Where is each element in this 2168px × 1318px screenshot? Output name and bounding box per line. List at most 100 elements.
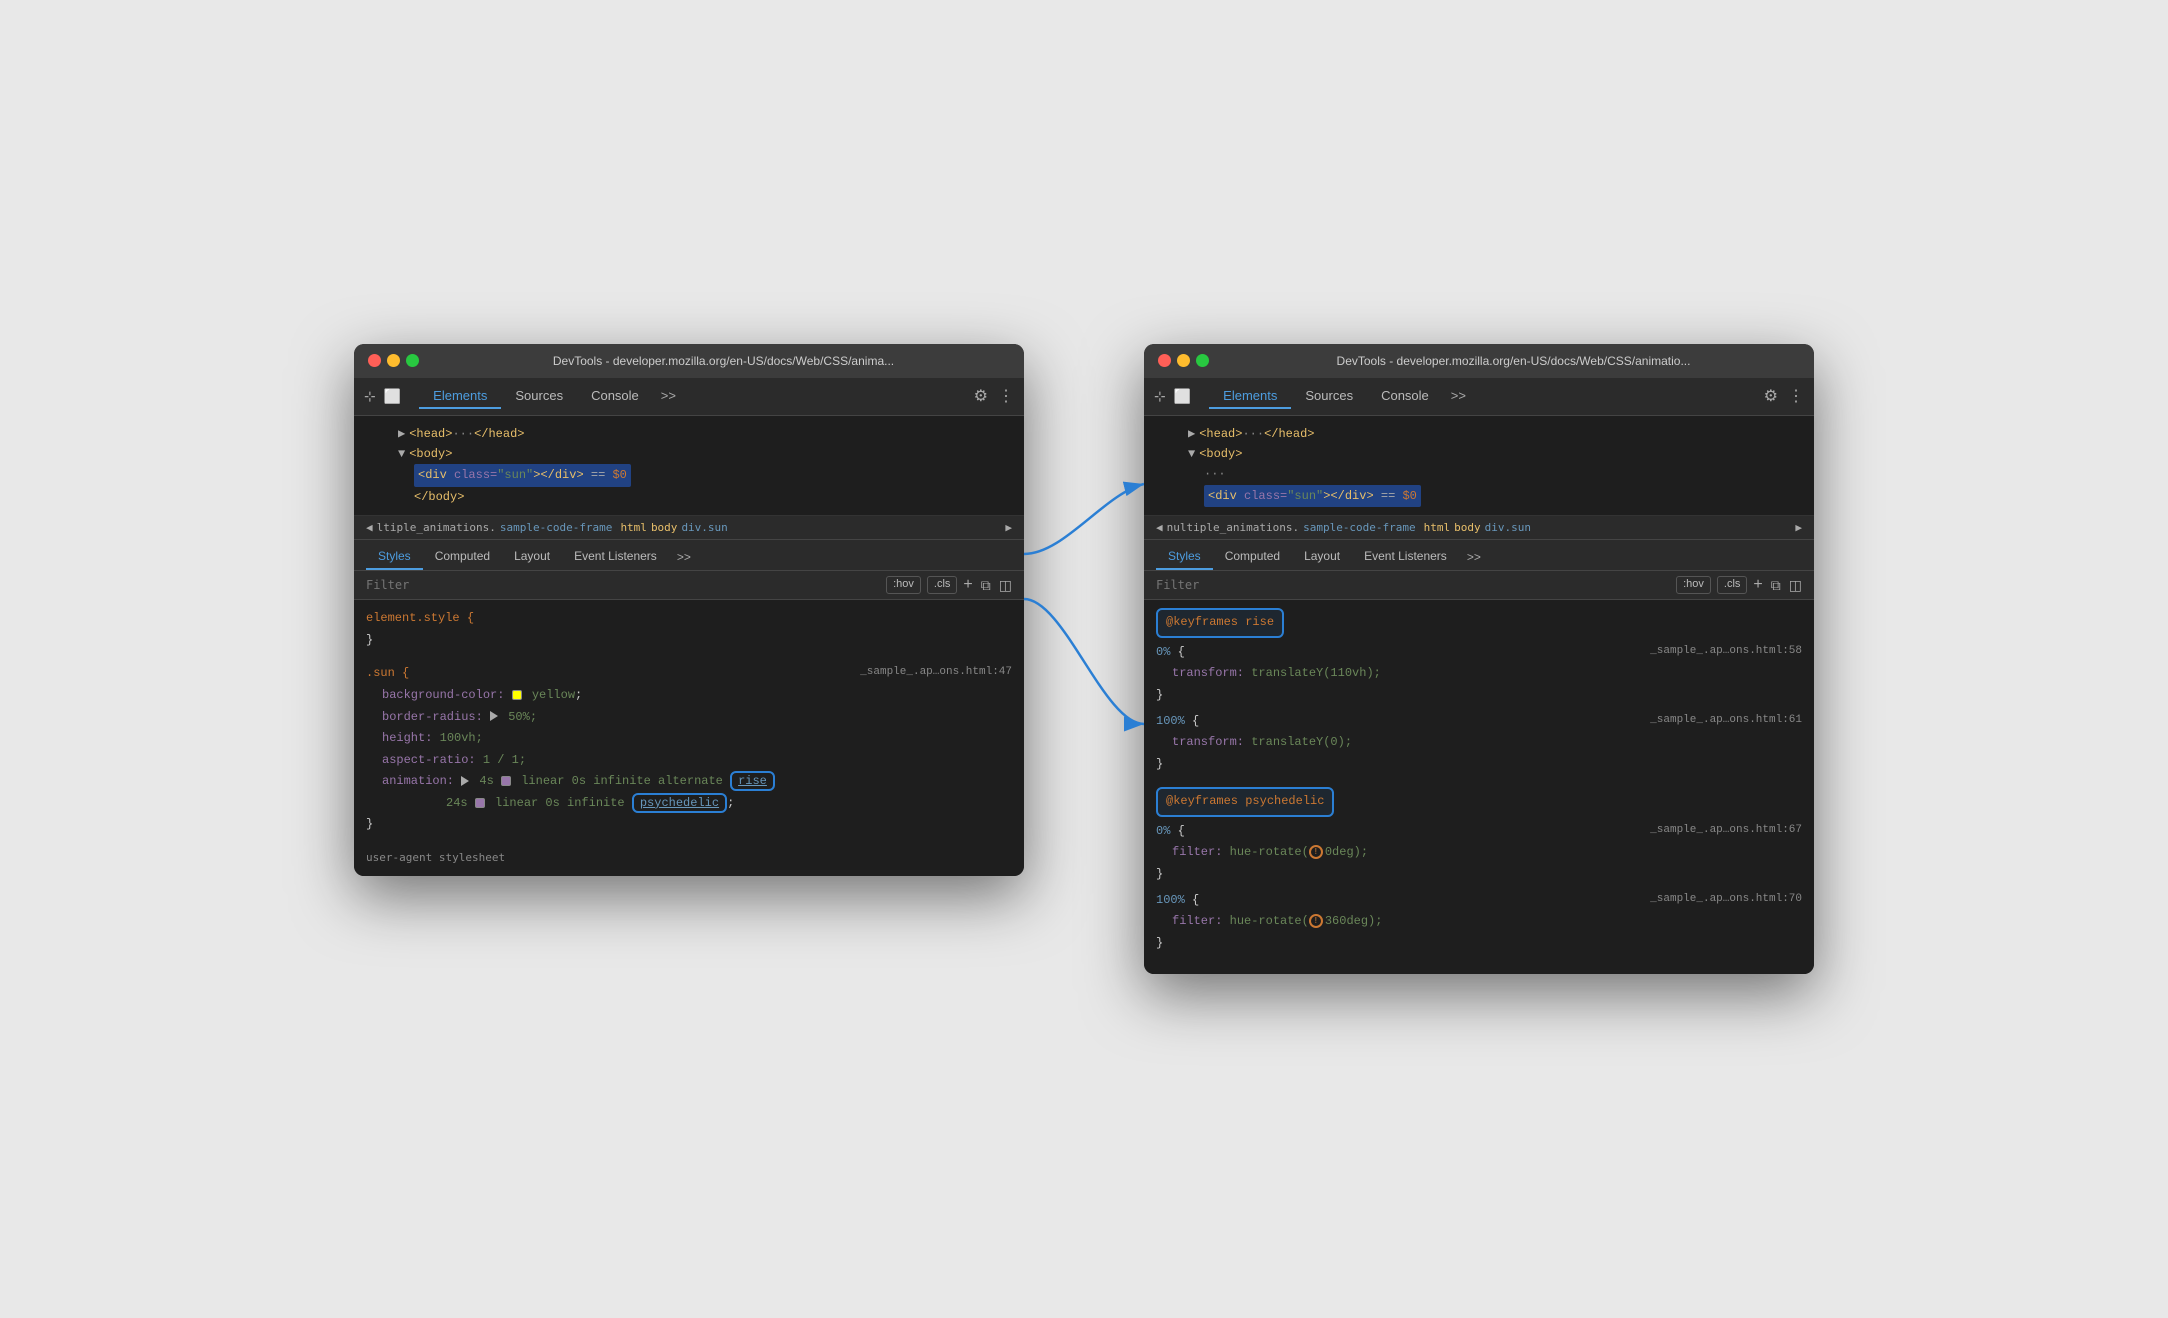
dom-line-head: ▶ <head> ··· </head> — [366, 424, 1012, 444]
left-maximize-button[interactable] — [406, 354, 419, 367]
color-swatch-yellow[interactable] — [512, 690, 522, 700]
breadcrumb-forward-icon[interactable]: ▶ — [1005, 521, 1012, 534]
left-filter-input[interactable] — [366, 578, 878, 592]
css-prop-aspect-ratio: aspect-ratio: 1 / 1; — [366, 750, 1012, 772]
right-device-icon[interactable]: ⬜ — [1174, 388, 1191, 405]
css-selector-element: element.style { — [366, 611, 474, 625]
anim-triangle-icon — [461, 776, 469, 786]
tab-sources-left[interactable]: Sources — [501, 384, 577, 409]
anim-swatch-1[interactable] — [501, 776, 511, 786]
tab-console-right[interactable]: Console — [1367, 384, 1443, 409]
psychedelic-annotation: psychedelic — [632, 793, 727, 813]
sub-tab-events-right[interactable]: Event Listeners — [1352, 544, 1459, 570]
css-rule-sun: .sun { _sample_.ap…ons.html:47 backgroun… — [366, 663, 1012, 836]
main-container: DevTools - developer.mozilla.org/en-US/d… — [354, 344, 1814, 975]
left-cls-badge[interactable]: .cls — [927, 576, 958, 594]
left-toolbar: ⊹ ⬜ Elements Sources Console >> ⚙ ⋮ — [354, 378, 1024, 416]
right-add-icon[interactable]: + — [1753, 576, 1762, 594]
right-breadcrumb-html[interactable]: html — [1424, 521, 1451, 534]
left-filter-badges: :hov .cls + — [886, 576, 973, 594]
right-breadcrumb-forward[interactable]: ▶ — [1795, 521, 1802, 534]
rise-annotation: rise — [730, 771, 775, 791]
sub-tab-more-right[interactable]: >> — [1459, 545, 1489, 569]
toggle-sidebar-icon[interactable]: ◫ — [999, 577, 1012, 594]
css-prop-bg: background-color: yellow; — [366, 685, 1012, 707]
breadcrumb-filename: ltiple_animations. — [377, 521, 496, 534]
right-breadcrumb-frame[interactable]: sample-code-frame — [1303, 521, 1416, 534]
left-toolbar-right: ⚙ ⋮ — [974, 386, 1014, 406]
left-window-title: DevTools - developer.mozilla.org/en-US/d… — [437, 354, 1010, 368]
rise-0pct-block: 0% { _sample_.ap…ons.html:58 — [1156, 642, 1802, 664]
left-minimize-button[interactable] — [387, 354, 400, 367]
right-more-icon[interactable]: ⋮ — [1788, 386, 1804, 406]
right-inspect-icon[interactable]: ⊹ — [1154, 388, 1166, 405]
tab-elements-left[interactable]: Elements — [419, 384, 501, 409]
settings-icon[interactable]: ⚙ — [974, 386, 988, 406]
breadcrumb-body[interactable]: body — [651, 521, 678, 534]
right-hov-badge[interactable]: :hov — [1676, 576, 1711, 594]
right-breadcrumb-filename: nultiple_animations. — [1167, 521, 1299, 534]
css-source-sun: _sample_.ap…ons.html:47 — [860, 663, 1012, 683]
breadcrumb-divsun[interactable]: div.sun — [681, 521, 727, 534]
right-close-button[interactable] — [1158, 354, 1171, 367]
right-filter-input[interactable] — [1156, 578, 1668, 592]
sub-tab-layout-left[interactable]: Layout — [502, 544, 562, 570]
right-toolbar-right: ⚙ ⋮ — [1764, 386, 1804, 406]
keyframes-psychedelic-header: @keyframes psychedelic — [1156, 787, 1334, 817]
sub-tab-layout-right[interactable]: Layout — [1292, 544, 1352, 570]
right-settings-icon[interactable]: ⚙ — [1764, 386, 1778, 406]
sub-tab-styles-left[interactable]: Styles — [366, 544, 423, 570]
right-minimize-button[interactable] — [1177, 354, 1190, 367]
tab-elements-right[interactable]: Elements — [1209, 384, 1291, 409]
psychedelic-arrow — [1024, 599, 1144, 724]
sub-tab-computed-right[interactable]: Computed — [1213, 544, 1292, 570]
right-title-bar: DevTools - developer.mozilla.org/en-US/d… — [1144, 344, 1814, 378]
right-breadcrumb-back[interactable]: ◀ — [1156, 521, 1163, 534]
right-filter-icons: ⧉ ◫ — [1771, 577, 1802, 594]
arrows-svg — [1024, 344, 1144, 944]
rise-link[interactable]: rise — [738, 774, 767, 788]
sub-tab-computed-left[interactable]: Computed — [423, 544, 502, 570]
tab-more-right[interactable]: >> — [1443, 384, 1474, 409]
breadcrumb-frame[interactable]: sample-code-frame — [500, 521, 613, 534]
left-css-panel: element.style { } .sun { _sample_.ap…ons… — [354, 600, 1024, 876]
left-add-icon[interactable]: + — [963, 576, 972, 594]
device-icon[interactable]: ⬜ — [384, 388, 401, 405]
left-title-bar: DevTools - developer.mozilla.org/en-US/d… — [354, 344, 1024, 378]
sub-tab-more-left[interactable]: >> — [669, 545, 699, 569]
tab-more-left[interactable]: >> — [653, 384, 684, 409]
right-toggle-icon[interactable]: ◫ — [1789, 577, 1802, 594]
copy-style-icon[interactable]: ⧉ — [981, 577, 991, 594]
rise-arrow — [1024, 484, 1144, 554]
anim-swatch-2[interactable] — [475, 798, 485, 808]
tab-sources-right[interactable]: Sources — [1291, 384, 1367, 409]
right-copy-icon[interactable]: ⧉ — [1771, 577, 1781, 594]
inspect-icon[interactable]: ⊹ — [364, 388, 376, 405]
psych-filter-2: filter: hue-rotate(!360deg); — [1156, 911, 1802, 933]
left-filter-bar: :hov .cls + ⧉ ◫ — [354, 571, 1024, 600]
tab-console-left[interactable]: Console — [577, 384, 653, 409]
left-tab-list: Elements Sources Console >> — [419, 384, 969, 409]
right-cls-badge[interactable]: .cls — [1717, 576, 1748, 594]
right-traffic-lights — [1158, 354, 1209, 367]
left-devtools-window: DevTools - developer.mozilla.org/en-US/d… — [354, 344, 1024, 876]
sub-tab-styles-right[interactable]: Styles — [1156, 544, 1213, 570]
right-breadcrumb-body[interactable]: body — [1454, 521, 1481, 534]
right-dom-line-div[interactable]: <div class="sun"></div> == $0 — [1156, 485, 1802, 507]
keyframes-rise-header: @keyframes rise — [1156, 608, 1284, 638]
left-close-button[interactable] — [368, 354, 381, 367]
breadcrumb-back-icon[interactable]: ◀ — [366, 521, 373, 534]
dom-line-div-selected[interactable]: <div class="sun"></div> == $0 — [366, 464, 1012, 486]
right-filter-bar: :hov .cls + ⧉ ◫ — [1144, 571, 1814, 600]
more-icon[interactable]: ⋮ — [998, 386, 1014, 406]
right-devtools-window: DevTools - developer.mozilla.org/en-US/d… — [1144, 344, 1814, 975]
psychedelic-link[interactable]: psychedelic — [640, 796, 719, 810]
right-maximize-button[interactable] — [1196, 354, 1209, 367]
css-brace-close-sun: } — [366, 817, 373, 831]
right-breadcrumb-divsun[interactable]: div.sun — [1485, 521, 1531, 534]
rise-transform-2: transform: translateY(0); — [1156, 732, 1802, 754]
sub-tab-events-left[interactable]: Event Listeners — [562, 544, 669, 570]
left-hov-badge[interactable]: :hov — [886, 576, 921, 594]
breadcrumb-html[interactable]: html — [620, 521, 647, 534]
rise-100pct-block: 100% { _sample_.ap…ons.html:61 — [1156, 711, 1802, 733]
